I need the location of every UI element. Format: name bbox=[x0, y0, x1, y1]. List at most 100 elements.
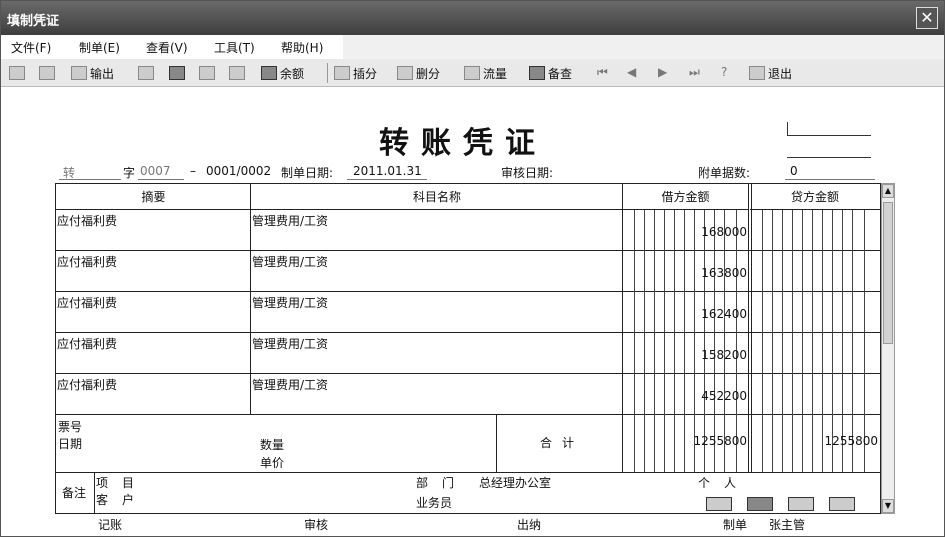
cash-flow-icon bbox=[464, 66, 480, 80]
scroll-up-icon[interactable]: ▲ bbox=[882, 184, 894, 198]
row4-summary[interactable]: 应付福利费 bbox=[57, 335, 117, 352]
output-button[interactable]: 输出 bbox=[71, 64, 114, 82]
title-bar: 填制凭证 ✕ bbox=[1, 1, 944, 35]
insert-row-button[interactable]: 插分 bbox=[334, 64, 377, 82]
memo-check-button[interactable]: 备查 bbox=[529, 64, 572, 82]
delete-row-button[interactable]: 删分 bbox=[397, 64, 440, 82]
menu-voucher[interactable]: 制单(E) bbox=[79, 39, 120, 56]
voucher-sub-number: 0001/0002 bbox=[206, 164, 272, 178]
menu-bar: 文件(F) 制单(E) 查看(V) 工具(T) 帮助(H) bbox=[1, 35, 944, 59]
balance-button[interactable]: 余额 bbox=[261, 64, 304, 82]
add-button[interactable] bbox=[138, 64, 157, 82]
department-value[interactable]: 总经理办公室 bbox=[479, 474, 551, 491]
attach-label: 附单据数: bbox=[698, 166, 751, 180]
exit-icon bbox=[749, 66, 765, 80]
row4-debit[interactable]: 158200 bbox=[624, 348, 747, 362]
binoculars-icon bbox=[229, 66, 245, 80]
voucher-number[interactable]: 0007 bbox=[140, 164, 171, 178]
row2-account[interactable]: 管理费用/工资 bbox=[252, 253, 328, 270]
print-icon bbox=[9, 66, 25, 80]
menu-tools[interactable]: 工具(T) bbox=[214, 39, 255, 56]
insert-row-icon bbox=[334, 66, 350, 80]
total-credit: 1255800 bbox=[824, 434, 878, 448]
cashier-label: 出纳 bbox=[517, 518, 542, 532]
attach-count[interactable]: 0 bbox=[790, 164, 798, 178]
output-icon bbox=[71, 66, 87, 80]
voucher-mark-line bbox=[787, 157, 871, 158]
credit-header: 贷方金额 bbox=[750, 184, 880, 210]
voucher-date[interactable]: 2011.01.31 bbox=[353, 164, 422, 178]
row4-account[interactable]: 管理费用/工资 bbox=[252, 335, 328, 352]
person-label: 个人 bbox=[698, 476, 751, 490]
preview-icon bbox=[39, 66, 55, 80]
remark-edit-button[interactable] bbox=[788, 497, 814, 511]
close-button[interactable]: ✕ bbox=[916, 7, 938, 29]
row2-debit[interactable]: 163800 bbox=[624, 266, 747, 280]
review-label: 审核 bbox=[304, 518, 329, 532]
row5-summary[interactable]: 应付福利费 bbox=[57, 376, 117, 393]
remark-detail-button[interactable] bbox=[706, 497, 732, 511]
ticket-date-label: 日期 bbox=[58, 437, 83, 451]
account-header: 科目名称 bbox=[251, 184, 623, 210]
row1-summary[interactable]: 应付福利费 bbox=[57, 212, 117, 229]
menu-help[interactable]: 帮助(H) bbox=[281, 39, 323, 56]
maker-name: 张主管 bbox=[769, 518, 806, 532]
department-label: 部门 bbox=[416, 476, 469, 490]
last-icon[interactable]: ⏭ bbox=[689, 65, 700, 80]
delete-row-label: 删分 bbox=[416, 66, 441, 81]
help-icon[interactable]: ? bbox=[721, 65, 727, 79]
vertical-scrollbar[interactable]: ▲ ▼ bbox=[881, 183, 895, 514]
cash-flow-button[interactable]: 流量 bbox=[464, 64, 507, 82]
voucher-window: 填制凭证 ✕ 文件(F) 制单(E) 查看(V) 工具(T) 帮助(H) 输出 … bbox=[0, 0, 945, 537]
delete-row-icon bbox=[397, 66, 413, 80]
row3-summary[interactable]: 应付福利费 bbox=[57, 294, 117, 311]
total-debit: 1255800 bbox=[693, 434, 747, 448]
ticket-label: 票号 bbox=[58, 420, 83, 434]
row1-account[interactable]: 管理费用/工资 bbox=[252, 212, 328, 229]
save-button[interactable] bbox=[169, 64, 188, 82]
voucher-title: 转账凭证 bbox=[379, 126, 547, 161]
bar-chart-icon bbox=[261, 66, 277, 80]
salesman-label: 业务员 bbox=[416, 496, 453, 510]
prev-icon[interactable]: ◀ bbox=[627, 65, 636, 79]
exit-label: 退出 bbox=[768, 66, 793, 81]
remark-view-button[interactable] bbox=[747, 497, 773, 511]
output-label: 输出 bbox=[90, 66, 115, 81]
number-dash: – bbox=[190, 164, 196, 178]
debit-header: 借方金额 bbox=[623, 184, 748, 210]
undo-icon bbox=[199, 66, 215, 80]
remark-expand-button[interactable] bbox=[829, 497, 855, 511]
row1-debit[interactable]: 168000 bbox=[624, 225, 747, 239]
memo-check-label: 备查 bbox=[548, 66, 573, 81]
row3-account[interactable]: 管理费用/工资 bbox=[252, 294, 328, 311]
memo-icon bbox=[529, 66, 545, 80]
preview-button[interactable] bbox=[39, 64, 58, 82]
project-label: 项目 bbox=[96, 476, 149, 490]
exit-button[interactable]: 退出 bbox=[749, 64, 792, 82]
toolbar-separator bbox=[327, 63, 328, 83]
row5-account[interactable]: 管理费用/工资 bbox=[252, 376, 328, 393]
voucher-mark-box bbox=[787, 122, 871, 136]
window-title: 填制凭证 bbox=[7, 14, 60, 29]
cash-flow-label: 流量 bbox=[483, 66, 508, 81]
scroll-down-icon[interactable]: ▼ bbox=[882, 499, 894, 513]
print-button[interactable] bbox=[9, 64, 28, 82]
add-icon bbox=[138, 66, 154, 80]
save-icon bbox=[169, 66, 185, 80]
find-button[interactable] bbox=[229, 64, 248, 82]
total-label: 合计 bbox=[540, 436, 585, 450]
price-label: 单价 bbox=[260, 456, 285, 470]
scroll-thumb[interactable] bbox=[883, 202, 893, 344]
maker-label: 制单 bbox=[723, 518, 748, 532]
next-icon[interactable]: ▶ bbox=[658, 65, 667, 79]
menu-file[interactable]: 文件(F) bbox=[11, 39, 51, 56]
summary-header: 摘要 bbox=[56, 184, 251, 210]
audit-date-label: 审核日期: bbox=[501, 166, 554, 180]
first-icon[interactable]: ⏮ bbox=[597, 65, 608, 80]
row3-debit[interactable]: 162400 bbox=[624, 307, 747, 321]
undo-button[interactable] bbox=[199, 64, 218, 82]
remarks-label: 备注 bbox=[62, 486, 87, 500]
menu-view[interactable]: 查看(V) bbox=[146, 39, 188, 56]
row2-summary[interactable]: 应付福利费 bbox=[57, 253, 117, 270]
row5-debit[interactable]: 452200 bbox=[624, 389, 747, 403]
